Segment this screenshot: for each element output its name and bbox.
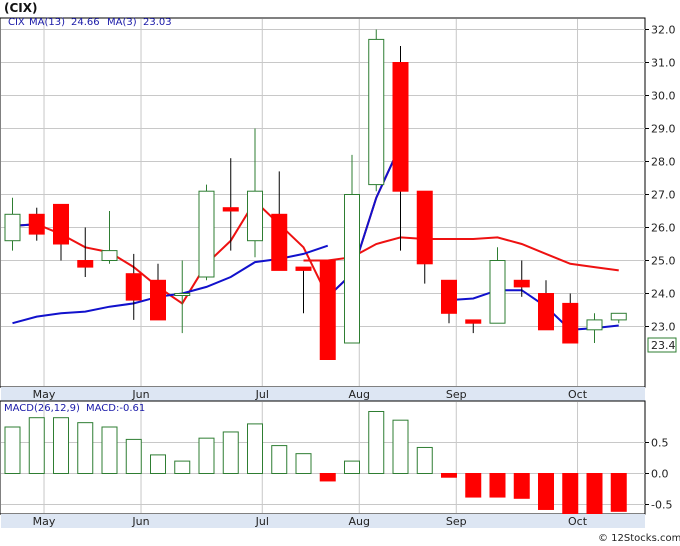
macd-bar-positive [125, 438, 142, 474]
macd-bar-positive [271, 445, 288, 475]
candle-body-down [319, 260, 336, 360]
price-month-label: Jul [255, 388, 269, 401]
macd-bar-positive [101, 426, 118, 474]
legend-ma3-value: 23.03 [143, 17, 172, 28]
candle-body-down [441, 279, 457, 314]
price-tick-label: 26.0 [651, 222, 676, 235]
candle-body-down [513, 279, 530, 288]
candle-body-up [586, 319, 603, 331]
macd-bar-negative [586, 473, 603, 517]
candle-body-down [538, 293, 554, 331]
macd-bar-positive [368, 411, 385, 474]
candle-body-down [271, 213, 288, 271]
macd-bar-positive [77, 422, 94, 475]
legend-ma3-label: MA(3) [107, 17, 137, 28]
macd-bar-positive [28, 417, 45, 475]
price-tick-label: 28.0 [651, 156, 676, 169]
candle-body-up [198, 190, 215, 278]
price-tick-label: 27.0 [651, 189, 676, 202]
price-month-label: Aug [349, 388, 370, 401]
candle-body-up [4, 213, 21, 242]
price-tick-label: 25.0 [651, 255, 676, 268]
macd-month-label: Sep [446, 515, 467, 528]
price-tick-label: 31.0 [651, 57, 676, 70]
last-price-label: 23.4 [651, 339, 676, 352]
candlestick [198, 184, 215, 281]
candle-body-down [562, 302, 579, 344]
candle-body-down [465, 319, 482, 324]
price-month-label: Oct [568, 388, 588, 401]
macd-tick-label: -0.5 [651, 499, 672, 512]
macd-bar-negative [441, 473, 457, 478]
candle-body-down [125, 273, 142, 301]
candle-body-down [416, 190, 433, 265]
macd-month-label: May [33, 515, 56, 528]
macd-bar-negative [489, 473, 506, 498]
price-month-label: May [33, 388, 56, 401]
macd-month-label: Aug [349, 515, 370, 528]
macd-month-label: Oct [568, 515, 588, 528]
price-tick-label: 30.0 [651, 90, 676, 103]
macd-bar-positive [295, 453, 312, 475]
candle-body-up [489, 260, 506, 324]
macd-bar-positive [53, 417, 69, 475]
stock-chart: (CIX) May Jun Jul Aug Sep Oct 23.0 24.0 25.0 26.… [0, 0, 680, 546]
credit-text: © 12Stocks.com [598, 533, 680, 544]
candle-body-down [53, 203, 69, 245]
price-tick-label: 32.0 [651, 24, 676, 37]
price-legend: CIX MA(13) 24.66 MA(3) 23.03 [8, 17, 172, 28]
candle-body-down [77, 260, 94, 268]
macd-bar-negative [513, 473, 530, 499]
candlestick [319, 260, 336, 360]
candle-body-down [150, 279, 166, 321]
macd-label: MACD(26,12,9) [4, 403, 80, 414]
macd-tick-label: 0.0 [651, 468, 669, 481]
macd-month-label: Jun [131, 515, 149, 528]
candle-body-down [28, 213, 45, 235]
candle-body-up [368, 38, 385, 186]
macd-month-label: Jul [255, 515, 269, 528]
chart-title: (CIX) [4, 1, 38, 15]
macd-bar-positive [4, 426, 21, 474]
macd-bar-negative [610, 473, 627, 512]
macd-value: MACD:-0.61 [86, 403, 145, 414]
price-month-strip [1, 387, 645, 401]
price-tick-label: 23.0 [651, 321, 676, 334]
legend-ma13-value: 24.66 [71, 17, 100, 28]
price-tick-label: 29.0 [651, 123, 676, 136]
macd-bar-positive [416, 446, 433, 474]
candle-body-down [392, 62, 409, 192]
macd-bar-negative [562, 473, 579, 518]
macd-bar-positive [198, 437, 215, 475]
candle-body-up [610, 312, 627, 321]
candlestick [368, 29, 385, 192]
macd-bar-positive [392, 419, 409, 474]
macd-bar-positive [247, 423, 263, 474]
candle-body-up [174, 293, 191, 296]
macd-bar-negative [538, 473, 554, 510]
candle-body-down [222, 207, 239, 212]
macd-bar-negative [465, 473, 482, 498]
macd-bar-positive [222, 431, 239, 474]
candle-body-up [247, 190, 263, 242]
macd-bar-positive [174, 460, 191, 475]
candle-body-up [344, 194, 360, 344]
legend-ticker: CIX [8, 17, 25, 28]
macd-bar-negative [319, 473, 336, 482]
price-month-label: Sep [446, 388, 467, 401]
macd-bar-positive [344, 460, 360, 475]
price-month-label: Jun [131, 388, 149, 401]
price-tick-label: 24.0 [651, 288, 676, 301]
macd-month-strip [1, 514, 645, 528]
legend-ma13-label: MA(13) [29, 17, 65, 28]
candle-body-down [295, 266, 312, 271]
macd-bar-positive [150, 454, 166, 474]
macd-tick-label: 0.5 [651, 437, 669, 450]
candle-body-up [101, 250, 118, 262]
